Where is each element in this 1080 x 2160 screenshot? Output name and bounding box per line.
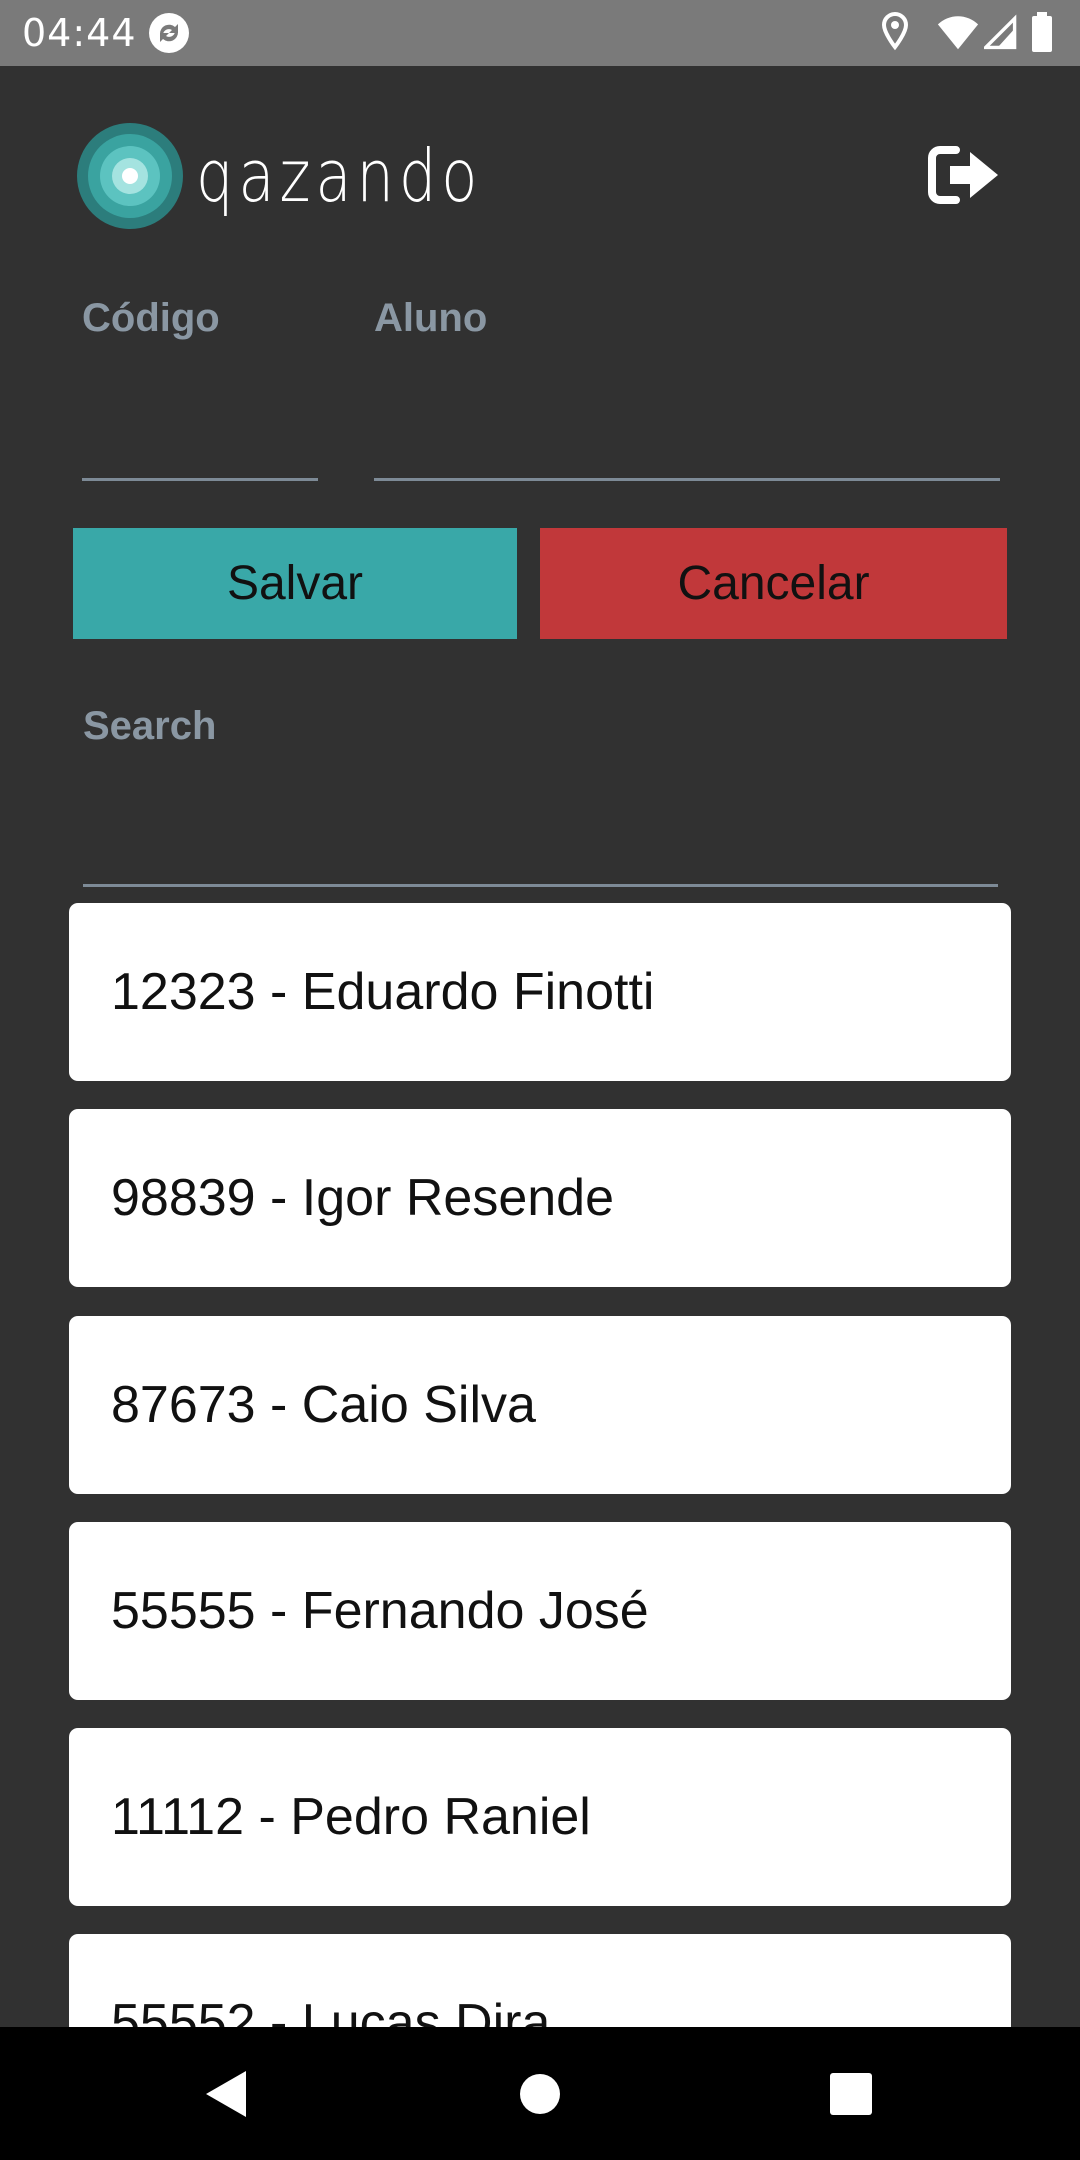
student-label: Aluno xyxy=(374,296,488,340)
logout-icon[interactable] xyxy=(926,140,1004,210)
location-icon xyxy=(881,11,909,51)
search-label: Search xyxy=(83,704,217,748)
student-list[interactable]: 12323 - Eduardo Finotti 98839 - Igor Res… xyxy=(69,903,1011,2027)
list-item-label: 11112 - Pedro Raniel xyxy=(111,1788,591,1846)
list-item[interactable]: 55555 - Fernando José xyxy=(69,1522,1011,1700)
sync-icon xyxy=(149,13,189,53)
recents-icon[interactable] xyxy=(814,2057,888,2131)
list-item-label: 55555 - Fernando José xyxy=(111,1582,649,1640)
code-label: Código xyxy=(82,296,220,340)
cancel-button[interactable]: Cancelar xyxy=(540,528,1007,639)
list-item[interactable]: 87673 - Caio Silva xyxy=(69,1316,1011,1494)
logo-text: qazando xyxy=(196,134,483,218)
list-item[interactable]: 11112 - Pedro Raniel xyxy=(69,1728,1011,1906)
list-item-label: 87673 - Caio Silva xyxy=(111,1376,536,1434)
list-item[interactable]: 55552 - Lucas Dira xyxy=(69,1934,1011,2027)
list-item-label: 55552 - Lucas Dira xyxy=(111,1994,551,2027)
search-input[interactable] xyxy=(83,826,998,887)
logo-icon xyxy=(77,123,183,229)
navigation-bar xyxy=(0,2027,1080,2160)
list-item-label: 12323 - Eduardo Finotti xyxy=(111,963,655,1021)
status-bar: 04:44 xyxy=(0,0,1080,66)
status-time: 04:44 xyxy=(22,11,137,55)
battery-icon xyxy=(1032,12,1052,52)
back-icon[interactable] xyxy=(192,2057,266,2131)
save-button[interactable]: Salvar xyxy=(73,528,517,639)
status-icons xyxy=(880,10,1060,56)
wifi-icon xyxy=(937,16,979,50)
signal-icon xyxy=(984,14,1017,50)
student-input[interactable] xyxy=(374,420,1000,481)
list-item[interactable]: 12323 - Eduardo Finotti xyxy=(69,903,1011,1081)
app-screen: 04:44 qazando Código Aluno Salvar Cancel… xyxy=(0,0,1080,2160)
list-item-label: 98839 - Igor Resende xyxy=(111,1169,615,1227)
code-input[interactable] xyxy=(82,420,318,481)
list-item[interactable]: 98839 - Igor Resende xyxy=(69,1109,1011,1287)
home-icon[interactable] xyxy=(503,2057,577,2131)
